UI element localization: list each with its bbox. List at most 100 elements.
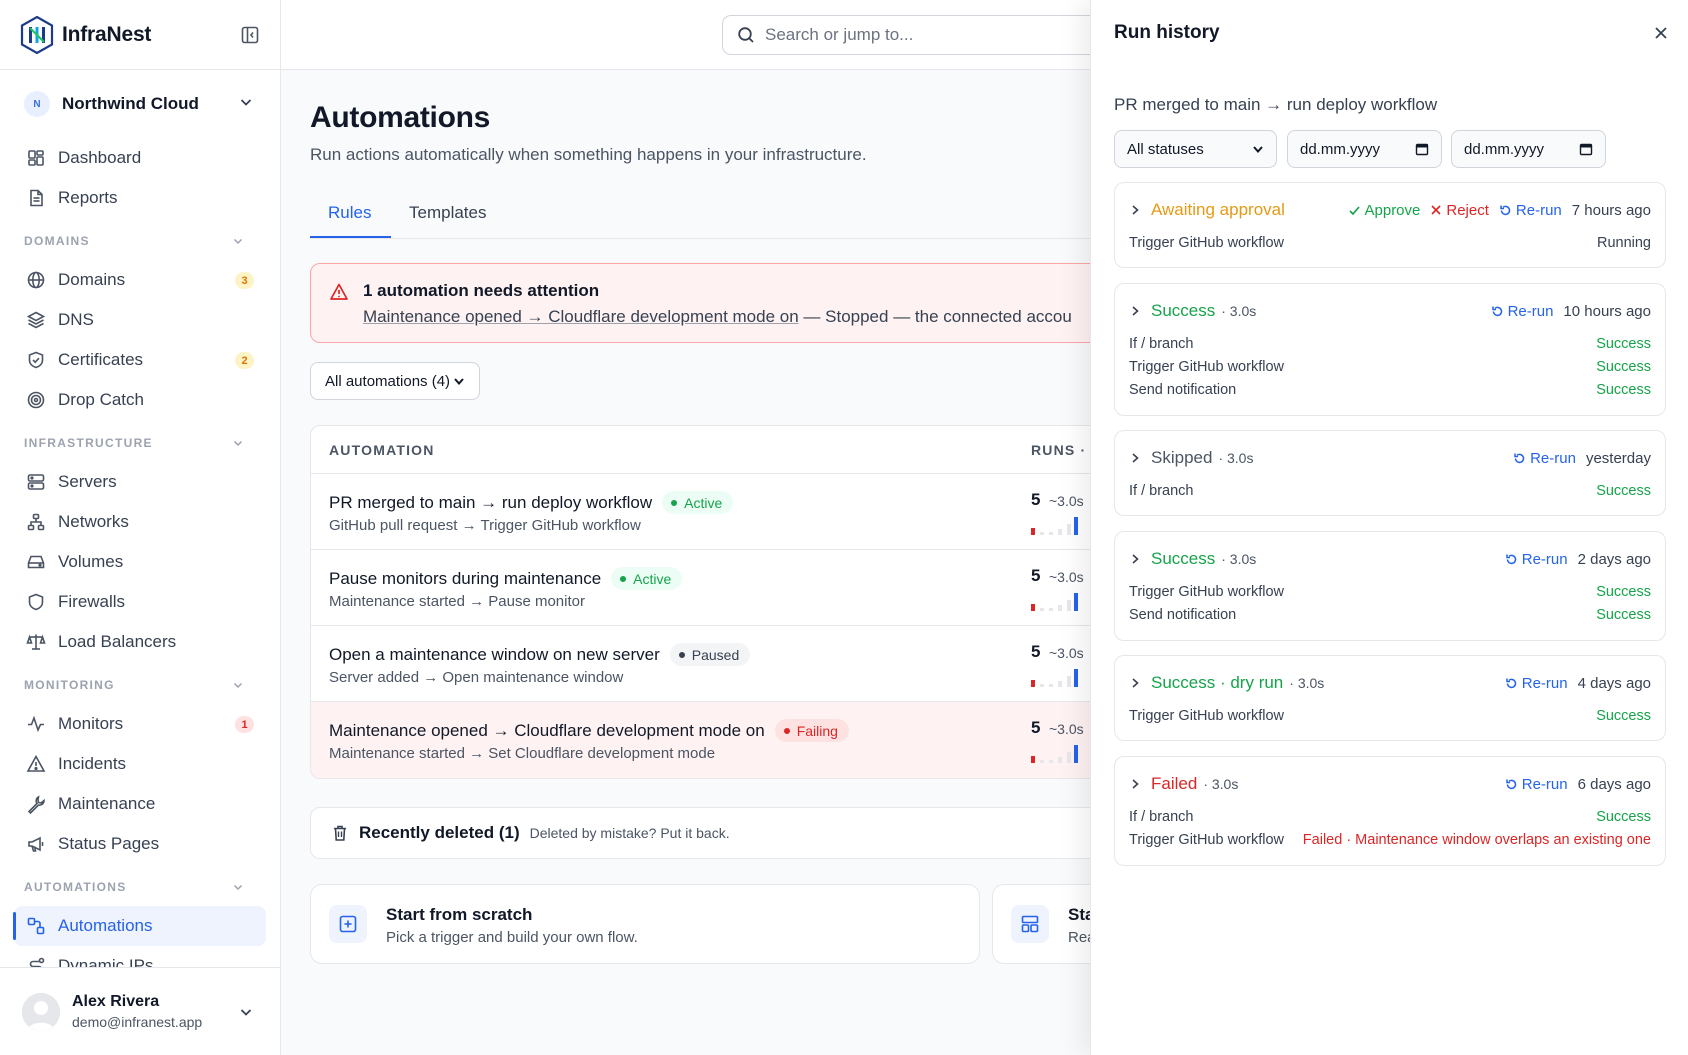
avatar xyxy=(22,992,60,1031)
run-status: Failed xyxy=(1151,774,1198,793)
wrench-icon xyxy=(27,795,45,814)
sidebar-item-firewalls[interactable]: Firewalls xyxy=(14,582,266,622)
network-icon xyxy=(27,513,45,531)
automation-filter-select[interactable]: All automations (4) xyxy=(310,362,480,400)
date-to-input[interactable]: dd.mm.yyyy xyxy=(1451,130,1606,168)
sidebar-item-incidents[interactable]: Incidents xyxy=(14,744,266,784)
megaphone-icon xyxy=(28,836,44,852)
chevron-right-icon[interactable] xyxy=(1129,778,1141,790)
sidebar-item-reports[interactable]: Reports xyxy=(14,178,266,218)
table-row[interactable]: PR merged to main → run deploy workflow A… xyxy=(311,474,1091,550)
rerun-label: Re-run xyxy=(1507,302,1554,320)
run-step: If / branch Success xyxy=(1129,806,1651,828)
sidebar-item-automations[interactable]: Automations xyxy=(13,906,266,946)
tab-templates[interactable]: Templates xyxy=(409,203,486,223)
rerun-button[interactable]: Re-run xyxy=(1505,551,1568,568)
run-card[interactable]: Success · 3.0s Re-run 10 hours ago If / b… xyxy=(1114,283,1666,416)
sidebar-item-label: Networks xyxy=(58,512,129,531)
step-result: Running xyxy=(1596,235,1651,251)
table-row[interactable]: Pause monitors during maintenance Active … xyxy=(311,550,1091,626)
recently-deleted-desc: Deleted by mistake? Put it back. xyxy=(529,825,730,841)
rerun-icon xyxy=(1506,554,1516,564)
automation-title: Open a maintenance window on new server xyxy=(329,644,660,664)
sidebar-collapse-icon[interactable] xyxy=(240,25,260,45)
dashboard-icon xyxy=(28,150,44,166)
sidebar-item-maintenance[interactable]: Maintenance xyxy=(14,784,266,824)
rerun-label: Re-run xyxy=(1530,449,1576,467)
chevron-down-icon xyxy=(454,378,464,386)
section-infrastructure[interactable]: INFRASTRUCTURE xyxy=(14,424,266,462)
automation-title: Maintenance opened → Cloudflare developm… xyxy=(329,720,765,740)
table-row[interactable]: Maintenance opened → Cloudflare developm… xyxy=(311,702,1091,778)
sidebar-item-status-pages[interactable]: Status Pages xyxy=(14,824,266,864)
org-switcher[interactable]: N Northwind Cloud xyxy=(0,70,280,138)
chevron-right-icon[interactable] xyxy=(1129,305,1141,317)
run-card[interactable]: Success · dry run · 3.0s Re-run 4 days ag… xyxy=(1114,655,1666,741)
rerun-button[interactable]: Re-run xyxy=(1505,776,1568,793)
approve-button[interactable]: Approve xyxy=(1348,201,1421,219)
run-card[interactable]: Failed · 3.0s Re-run 6 days ago If / bran… xyxy=(1114,756,1666,866)
sidebar-item-networks[interactable]: Networks xyxy=(14,502,266,542)
step-name: Trigger GitHub workflow xyxy=(1129,708,1284,724)
rerun-icon xyxy=(1491,306,1502,316)
run-time-ago: 10 hours ago xyxy=(1563,302,1651,320)
rerun-button[interactable]: Re-run xyxy=(1499,202,1562,219)
tab-rules[interactable]: Rules xyxy=(328,203,371,223)
recently-deleted-title: Recently deleted (1) xyxy=(359,823,520,842)
sidebar-item-domains[interactable]: Domains 3 xyxy=(14,260,266,300)
section-title: MONITORING xyxy=(24,678,115,692)
rerun-button[interactable]: Re-run xyxy=(1513,450,1576,467)
close-icon[interactable] xyxy=(1654,26,1668,40)
user-menu[interactable]: Alex Rivera demo@infranest.app xyxy=(0,967,280,1055)
run-time-ago: 7 hours ago xyxy=(1571,201,1651,219)
chevron-right-icon[interactable] xyxy=(1129,553,1141,565)
sidebar-item-dashboard[interactable]: Dashboard xyxy=(14,138,266,178)
section-automations[interactable]: AUTOMATIONS xyxy=(14,868,266,906)
sidebar-item-servers[interactable]: Servers xyxy=(14,462,266,502)
section-monitoring[interactable]: MONITORING xyxy=(14,666,266,704)
attention-alert: 1 automation needs attention Maintenance… xyxy=(310,263,1091,343)
rerun-button[interactable]: Re-run xyxy=(1505,675,1568,692)
chevron-right-icon[interactable] xyxy=(1129,677,1141,689)
chevron-down-icon xyxy=(1253,146,1263,154)
approve-label: Approve xyxy=(1364,201,1421,219)
recently-deleted-panel[interactable]: Recently deleted (1) Deleted by mistake?… xyxy=(310,807,1091,859)
sidebar-item-label: Dashboard xyxy=(58,148,142,167)
run-status: Success xyxy=(1151,301,1216,320)
step-result: Failed · Maintenance window overlaps an … xyxy=(1302,832,1651,848)
user-name: Alex Rivera xyxy=(72,993,160,1010)
step-result: Success xyxy=(1596,483,1651,499)
date-to-value: dd.mm.yyyy xyxy=(1464,140,1545,158)
sidebar-item-volumes[interactable]: Volumes xyxy=(14,542,266,582)
reject-button[interactable]: Reject xyxy=(1430,202,1489,219)
date-from-input[interactable]: dd.mm.yyyy xyxy=(1287,130,1442,168)
run-duration: · 3.0s xyxy=(1289,675,1325,691)
run-card[interactable]: Success · 3.0s Re-run 2 days ago Trigger … xyxy=(1114,531,1666,641)
alert-title: 1 automation needs attention xyxy=(363,281,600,300)
count-badge: 3 xyxy=(235,272,254,289)
run-card[interactable]: Awaiting approval Approve Reject Re-run … xyxy=(1114,182,1666,268)
chevron-right-icon[interactable] xyxy=(1129,452,1141,464)
sidebar-item-dns[interactable]: DNS xyxy=(14,300,266,340)
chevron-right-icon[interactable] xyxy=(1129,204,1141,216)
sidebar: InfraNest N Northwind Cloud Dashboard Re… xyxy=(0,0,281,1055)
search-placeholder: Search or jump to... xyxy=(765,25,914,44)
section-domains[interactable]: DOMAINS xyxy=(14,222,266,260)
rerun-button[interactable]: Re-run xyxy=(1491,302,1554,320)
sidebar-item-monitors[interactable]: Monitors 1 xyxy=(14,704,266,744)
sidebar-item-drop-catch[interactable]: Drop Catch xyxy=(14,380,266,420)
sidebar-item-label: Monitors xyxy=(58,714,124,733)
status-filter-select[interactable]: All statuses xyxy=(1114,130,1277,168)
avg-duration: ~3.0s xyxy=(1049,721,1084,737)
start-from-scratch-card[interactable]: Start from scratch Pick a trigger and bu… xyxy=(310,884,980,964)
start-from-template-card[interactable]: Sta Rea xyxy=(992,884,1091,964)
infranest-logo-icon xyxy=(20,15,54,54)
sidebar-item-label: Certificates xyxy=(58,350,144,369)
run-card[interactable]: Skipped · 3.0s Re-run yesterday If / bran… xyxy=(1114,430,1666,516)
run-status: Awaiting approval xyxy=(1151,200,1285,219)
sidebar-item-certificates[interactable]: Certificates 2 xyxy=(14,340,266,380)
table-row[interactable]: Open a maintenance window on new server P… xyxy=(311,626,1091,702)
sidebar-item-load-balancers[interactable]: Load Balancers xyxy=(14,622,266,662)
alert-automation-link[interactable]: Maintenance opened → Cloudflare developm… xyxy=(363,307,799,326)
page-subtitle: Run actions automatically when something… xyxy=(310,145,867,164)
